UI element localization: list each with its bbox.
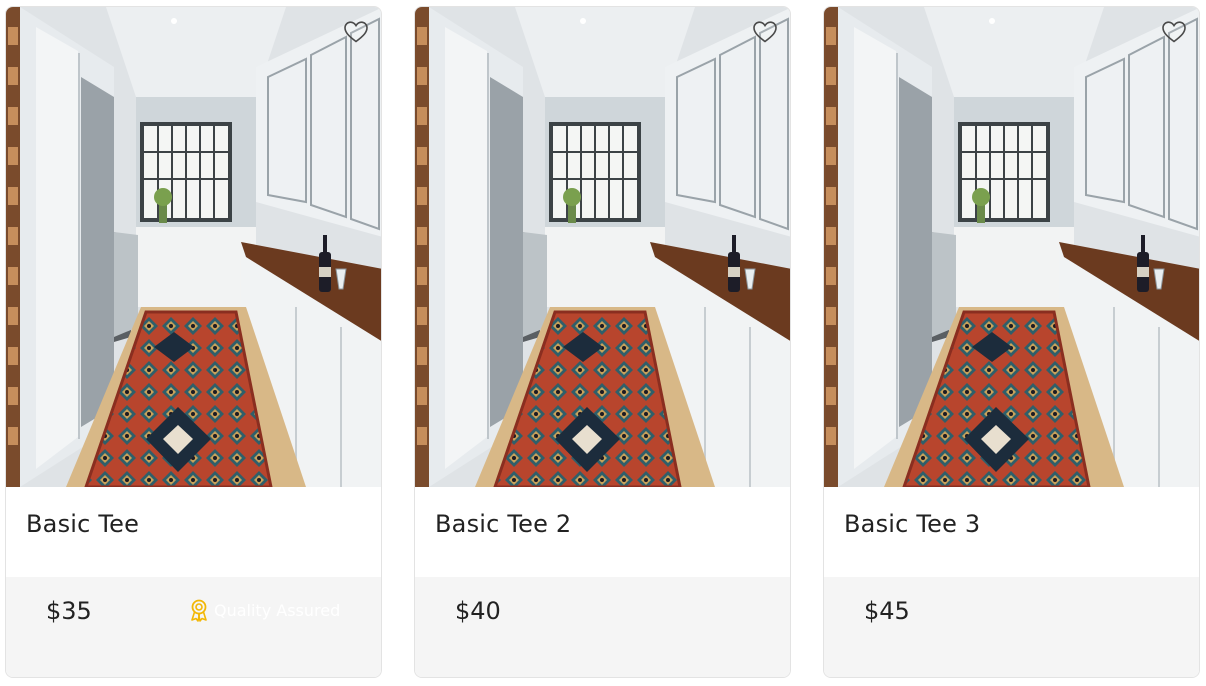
product-price: $45 bbox=[864, 597, 910, 625]
product-card[interactable]: Basic Tee 3 $45 bbox=[823, 6, 1200, 678]
product-title[interactable]: Basic Tee 3 bbox=[844, 510, 980, 538]
product-image[interactable] bbox=[824, 7, 1200, 487]
card-footer: $35 Quality Assured bbox=[6, 577, 381, 677]
product-title[interactable]: Basic Tee 2 bbox=[435, 510, 571, 538]
card-footer: $40 bbox=[415, 577, 790, 677]
product-image[interactable] bbox=[6, 7, 382, 487]
product-price: $40 bbox=[455, 597, 501, 625]
wishlist-button[interactable] bbox=[341, 17, 371, 47]
heart-icon bbox=[1161, 20, 1187, 44]
product-price: $35 bbox=[46, 597, 92, 625]
product-title[interactable]: Basic Tee bbox=[26, 510, 139, 538]
wishlist-button[interactable] bbox=[750, 17, 780, 47]
product-card[interactable]: Basic Tee $35 Quality Assured bbox=[5, 6, 382, 678]
award-ribbon-icon bbox=[191, 599, 207, 622]
quality-badge-label: Quality Assured bbox=[214, 600, 341, 620]
heart-icon bbox=[752, 20, 778, 44]
card-footer: $45 bbox=[824, 577, 1199, 677]
quality-badge: Quality Assured bbox=[187, 598, 340, 622]
wishlist-button[interactable] bbox=[1159, 17, 1189, 47]
product-image[interactable] bbox=[415, 7, 791, 487]
heart-icon bbox=[343, 20, 369, 44]
product-card[interactable]: Basic Tee 2 $40 bbox=[414, 6, 791, 678]
